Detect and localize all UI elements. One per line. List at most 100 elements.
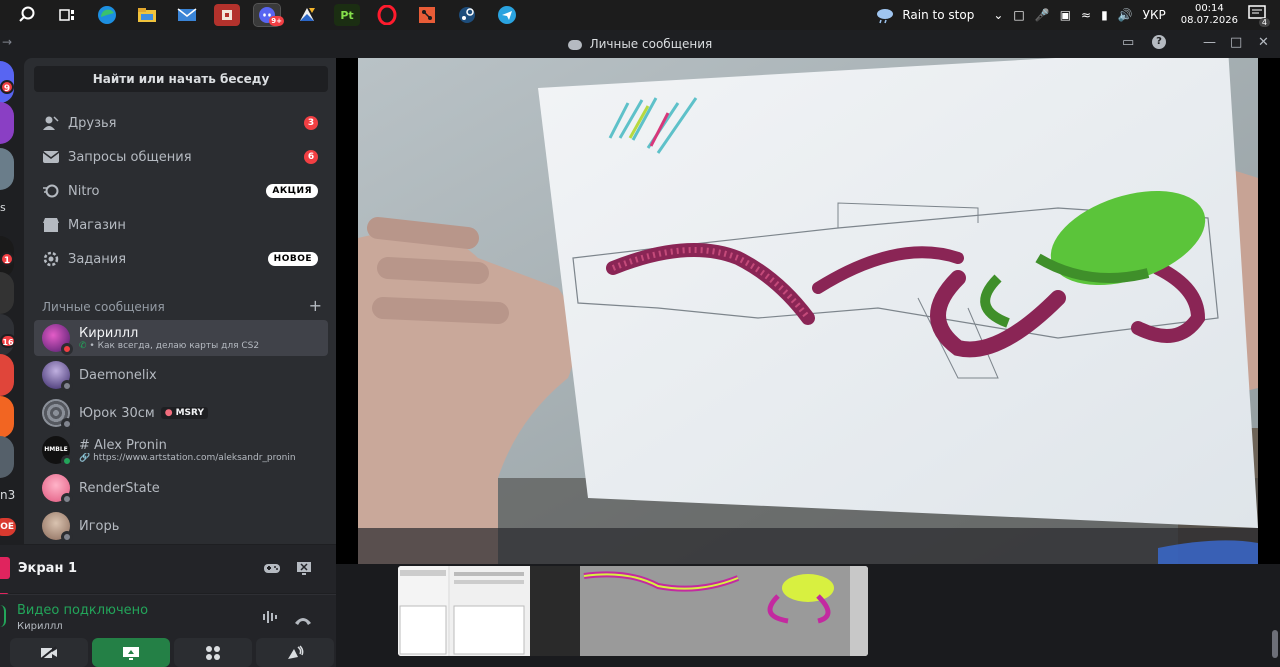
avatar xyxy=(42,361,73,392)
clock-date: 08.07.2026 xyxy=(1180,15,1238,26)
stop-stream-icon[interactable] xyxy=(296,560,312,579)
nav-message-requests[interactable]: Запросы общения 6 xyxy=(34,142,328,172)
battery-icon[interactable]: ▮ xyxy=(1101,8,1108,22)
search-icon[interactable] xyxy=(14,4,40,26)
maximize-icon[interactable]: □ xyxy=(1230,35,1242,50)
dm-activity-text: https://www.artstation.com/aleksandr_pro… xyxy=(93,452,296,463)
phone-icon: ✆ xyxy=(79,340,87,351)
camera-off-button[interactable] xyxy=(10,638,88,667)
todo-icon[interactable] xyxy=(414,4,440,26)
soundboard-button[interactable] xyxy=(256,638,334,667)
discord-titlebar: → Личные сообщения ▭ ? — □ ✕ xyxy=(0,30,1280,58)
minimize-icon[interactable]: — xyxy=(1203,35,1216,50)
server-badge-1: 9 xyxy=(0,80,14,94)
opera-icon[interactable] xyxy=(374,4,400,26)
steam-icon[interactable] xyxy=(454,4,480,26)
telegram-icon[interactable] xyxy=(494,4,520,26)
nav-friends[interactable]: Друзья 3 xyxy=(34,108,328,138)
windows-taskbar: 9+ Pt Rain to stop ⌄ □ 🎤 ▣ ≈ ▮ 🔊 УКР 00:… xyxy=(0,0,1280,30)
nav-shop[interactable]: Магазин xyxy=(34,210,328,240)
server-icon-5[interactable] xyxy=(0,272,14,314)
discord-badge: 9+ xyxy=(269,16,284,26)
server-label-n3: n3 xyxy=(0,488,16,502)
nav-nitro[interactable]: Nitro АКЦИЯ xyxy=(34,176,328,206)
screen-app-icon xyxy=(0,557,10,579)
screenshare-icon xyxy=(123,646,139,660)
clock[interactable]: 00:14 08.07.2026 xyxy=(1181,3,1238,27)
server-icon-3[interactable] xyxy=(0,148,14,190)
server-icon-7[interactable] xyxy=(0,354,14,396)
dm-item-alex-pronin[interactable]: HMBLE # Alex Pronin 🔗 https://www.artsta… xyxy=(34,432,328,468)
dnd-status-icon xyxy=(61,343,73,355)
nav-label: Nitro xyxy=(68,183,100,199)
clock-time: 00:14 xyxy=(1194,3,1224,14)
close-icon[interactable]: ✕ xyxy=(1258,35,1269,50)
find-conversation-button[interactable]: Найти или начать беседу xyxy=(34,66,328,92)
weather-widget[interactable]: Rain to stop xyxy=(874,6,974,24)
dm-activity: 🔗 https://www.artstation.com/aleksandr_p… xyxy=(79,453,296,463)
dm-item-renderstate[interactable]: RenderState xyxy=(34,470,328,506)
connection-user: Кириллл xyxy=(17,621,63,632)
soundboard-icon xyxy=(288,644,304,659)
blender-icon[interactable] xyxy=(294,4,320,26)
dm-item-igor[interactable]: Игорь xyxy=(34,508,328,544)
dm-item-yurok[interactable]: Юрок 30см ● MSRY xyxy=(34,395,328,431)
wifi-icon[interactable]: ≈ xyxy=(1081,8,1091,22)
nav-label: Задания xyxy=(68,251,127,267)
camera-off-icon xyxy=(40,645,57,660)
friends-badge: 3 xyxy=(304,116,318,130)
nav-quests[interactable]: Задания НОВОЕ xyxy=(34,244,328,274)
device-icon[interactable]: □ xyxy=(1013,8,1024,22)
task-view-icon[interactable] xyxy=(54,4,80,26)
server-icon-9[interactable] xyxy=(0,436,14,478)
activities-icon xyxy=(206,645,220,660)
roblox-icon[interactable] xyxy=(214,4,240,26)
notification-icon[interactable]: 4 xyxy=(1248,5,1270,27)
game-controller-icon[interactable] xyxy=(263,560,281,579)
avatar: HMBLE xyxy=(42,436,73,467)
server-icon-2[interactable] xyxy=(0,102,14,144)
volume-icon[interactable]: 🔊 xyxy=(1118,8,1133,22)
stream-view[interactable] xyxy=(336,58,1280,667)
weather-text: Rain to stop xyxy=(902,8,975,22)
online-status-icon xyxy=(61,455,73,467)
voice-action-bar xyxy=(0,638,336,667)
disconnect-icon[interactable] xyxy=(294,611,312,630)
update-icon[interactable]: ▣ xyxy=(1060,8,1071,22)
pt-icon[interactable]: Pt xyxy=(334,4,360,26)
dm-name: Кириллл xyxy=(79,325,139,341)
create-dm-plus-icon[interactable]: + xyxy=(309,296,322,315)
dm-item-kirilll[interactable]: Кириллл ✆ • Как всегда, делаю карты для … xyxy=(34,320,328,356)
server-icon-8[interactable] xyxy=(0,396,14,438)
webcam-stream[interactable] xyxy=(358,58,1258,564)
server-tag: ● MSRY xyxy=(160,407,208,419)
scrollbar[interactable] xyxy=(1272,630,1278,658)
file-explorer-icon[interactable] xyxy=(134,4,160,26)
server-label-s: s xyxy=(0,201,6,214)
language-indicator[interactable]: УКР xyxy=(1143,8,1166,22)
dm-name: Daemonelix xyxy=(79,367,157,383)
dm-item-daemonelix[interactable]: Daemonelix xyxy=(34,357,328,393)
microphone-icon[interactable]: 🎤 xyxy=(1035,8,1050,22)
nav-label: Друзья xyxy=(68,115,117,131)
activities-button[interactable] xyxy=(174,638,252,667)
mail-icon[interactable] xyxy=(174,4,200,26)
discord-icon[interactable]: 9+ xyxy=(253,3,284,27)
offline-status-icon xyxy=(61,380,73,392)
rain-cloud-icon xyxy=(877,9,894,24)
offline-status-icon xyxy=(61,531,73,543)
noise-suppression-icon[interactable] xyxy=(262,609,280,629)
edge-icon[interactable] xyxy=(94,4,120,26)
dm-name: Игорь xyxy=(79,518,120,534)
help-icon[interactable]: ? xyxy=(1152,35,1166,49)
inbox-icon[interactable]: ▭ xyxy=(1122,35,1134,50)
notification-count: 4 xyxy=(1258,18,1270,27)
offline-status-icon xyxy=(61,493,73,505)
signal-icon xyxy=(0,605,6,627)
connection-status[interactable]: Видео подключено xyxy=(17,603,148,618)
nitro-promo-pill: АКЦИЯ xyxy=(266,184,318,198)
chevron-up-icon[interactable]: ⌄ xyxy=(993,8,1003,22)
screenshare-button[interactable] xyxy=(92,638,170,667)
screen-share-thumbnail[interactable] xyxy=(398,566,868,656)
avatar xyxy=(42,399,73,430)
